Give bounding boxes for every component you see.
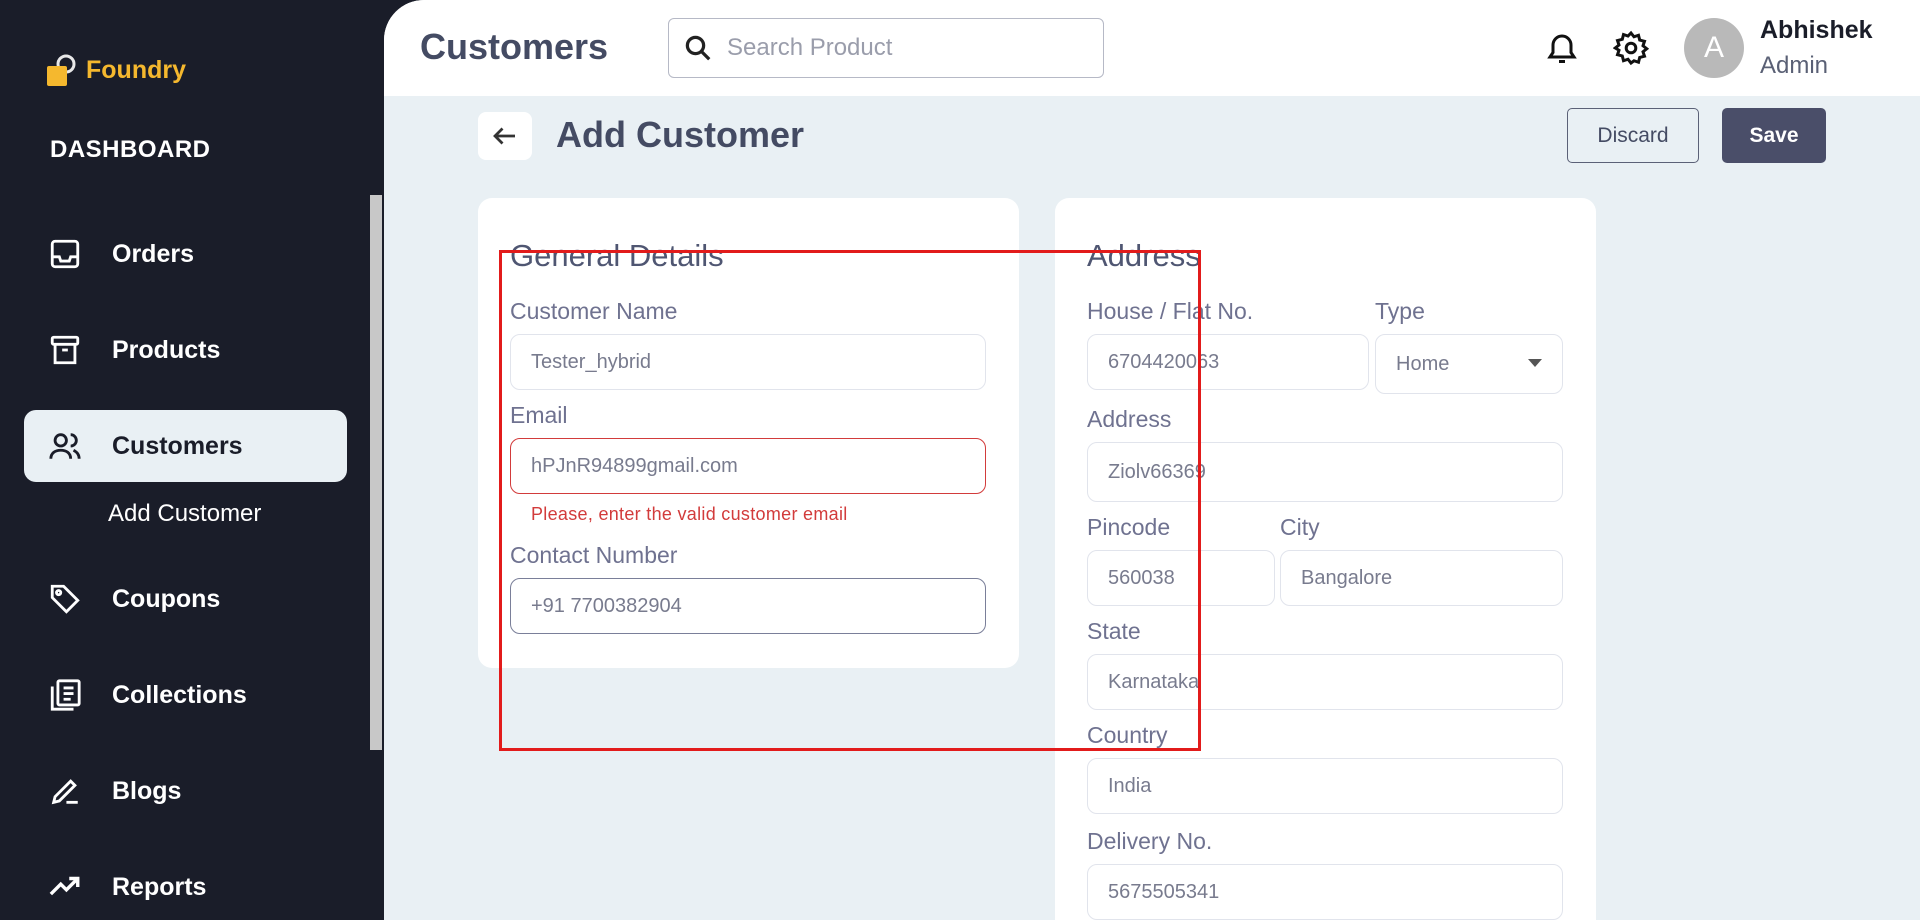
sidebar-item-coupons[interactable]: Coupons bbox=[24, 563, 347, 635]
country-input[interactable]: India bbox=[1087, 758, 1563, 814]
sidebar-item-label: Reports bbox=[112, 872, 207, 901]
sidebar-item-label: Orders bbox=[112, 239, 194, 268]
people-icon bbox=[49, 433, 81, 459]
save-button[interactable]: Save bbox=[1722, 108, 1826, 163]
address-label: Address bbox=[1087, 406, 1172, 432]
card-title: General Details bbox=[510, 238, 724, 273]
discard-button[interactable]: Discard bbox=[1567, 108, 1699, 163]
country-label: Country bbox=[1087, 722, 1168, 748]
caret-down-icon bbox=[1528, 359, 1542, 367]
page-title: Customers bbox=[420, 26, 609, 67]
city-label: City bbox=[1280, 514, 1320, 540]
user-name: Abhishek bbox=[1760, 16, 1873, 44]
top-bar: Customers A Abhishek Admin bbox=[384, 0, 1920, 96]
general-details-card: General Details Customer Name Tester_hyb… bbox=[478, 198, 1019, 668]
lock-logo-icon bbox=[47, 54, 76, 86]
sidebar-item-products[interactable]: Products bbox=[24, 314, 347, 386]
archive-icon bbox=[50, 335, 80, 365]
avatar[interactable]: A bbox=[1684, 18, 1744, 78]
pincode-input[interactable]: 560038 bbox=[1087, 550, 1275, 606]
pincode-label: Pincode bbox=[1087, 514, 1171, 540]
edit-icon bbox=[51, 779, 78, 805]
contact-number-label: Contact Number bbox=[510, 542, 678, 568]
sidebar-item-label: Coupons bbox=[112, 584, 221, 613]
user-role: Admin bbox=[1760, 52, 1829, 79]
address-card: Address House / Flat No. 6704420063 Type… bbox=[1055, 198, 1596, 920]
library-icon bbox=[50, 679, 81, 711]
gear-icon[interactable] bbox=[1613, 30, 1649, 66]
dashboard-title: DASHBOARD bbox=[50, 136, 211, 163]
sidebar-item-orders[interactable]: Orders bbox=[24, 218, 347, 290]
card-title: Address bbox=[1087, 238, 1201, 273]
email-label: Email bbox=[510, 402, 568, 428]
sidebar-item-label: Customers bbox=[112, 431, 243, 460]
sidebar-item-label: Collections bbox=[112, 680, 247, 709]
sidebar-scrollbar[interactable] bbox=[370, 195, 382, 750]
sidebar-item-collections[interactable]: Collections bbox=[24, 659, 347, 731]
sidebar-item-blogs[interactable]: Blogs bbox=[24, 755, 347, 827]
sidebar-item-label: Blogs bbox=[112, 776, 182, 805]
bell-icon[interactable] bbox=[1544, 30, 1580, 66]
sidebar-item-reports[interactable]: Reports bbox=[24, 851, 347, 920]
email-error-message: Please, enter the valid customer email bbox=[531, 504, 848, 524]
email-input[interactable]: hPJnR94899gmail.com bbox=[510, 438, 986, 494]
delivery-input[interactable]: 5675505341 bbox=[1087, 864, 1563, 920]
type-select[interactable]: Home bbox=[1375, 334, 1563, 394]
sidebar-item-customers[interactable]: Customers bbox=[24, 410, 347, 482]
search-icon bbox=[685, 35, 711, 61]
house-label: House / Flat No. bbox=[1087, 298, 1254, 324]
sidebar: Foundry DASHBOARD Orders Products Custom… bbox=[0, 0, 384, 920]
state-label: State bbox=[1087, 618, 1141, 644]
main-content: Customers A Abhishek Admin Add Customer … bbox=[384, 0, 1920, 920]
search-input[interactable] bbox=[727, 34, 1067, 62]
inbox-icon bbox=[50, 239, 80, 269]
type-label: Type bbox=[1375, 298, 1425, 324]
customer-name-label: Customer Name bbox=[510, 298, 678, 324]
delivery-label: Delivery No. bbox=[1087, 828, 1213, 854]
back-button[interactable] bbox=[478, 112, 532, 160]
search-box[interactable] bbox=[668, 18, 1104, 78]
form-title: Add Customer bbox=[556, 114, 805, 155]
sidebar-item-label: Products bbox=[112, 335, 221, 364]
customer-name-input[interactable]: Tester_hybrid bbox=[510, 334, 986, 390]
address-input[interactable]: Ziolv66369 bbox=[1087, 442, 1563, 502]
brand-logo[interactable]: Foundry bbox=[44, 52, 186, 88]
trending-up-icon bbox=[49, 876, 80, 896]
brand-name: Foundry bbox=[86, 55, 186, 84]
sidebar-subitem-add-customer[interactable]: Add Customer bbox=[108, 500, 261, 528]
tag-icon bbox=[50, 584, 80, 614]
arrow-left-icon bbox=[493, 127, 515, 145]
type-select-value: Home bbox=[1396, 352, 1450, 375]
house-input[interactable]: 6704420063 bbox=[1087, 334, 1369, 390]
contact-number-input[interactable]: +91 7700382904 bbox=[510, 578, 986, 634]
state-input[interactable]: Karnataka bbox=[1087, 654, 1563, 710]
city-input[interactable]: Bangalore bbox=[1280, 550, 1563, 606]
